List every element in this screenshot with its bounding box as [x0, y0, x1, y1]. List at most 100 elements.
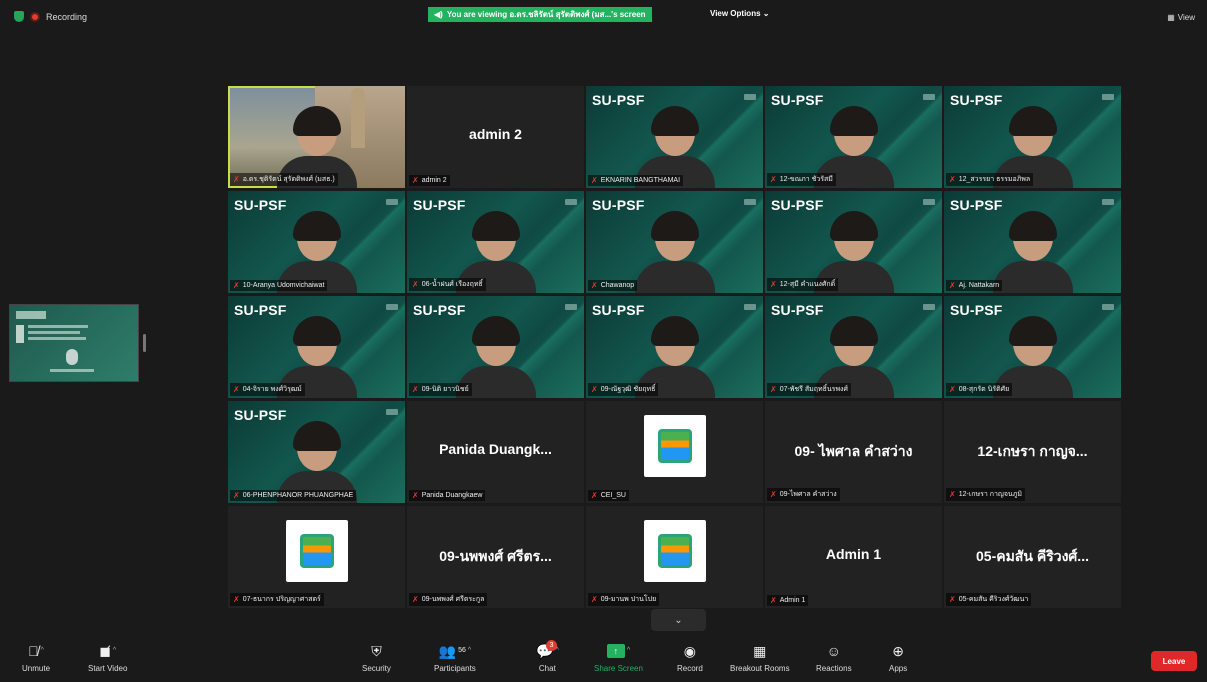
apps-button[interactable]: ⊕ Apps	[889, 642, 907, 673]
participant-tile[interactable]: 12-เกษรา กาญจ... ✗ 12-เกษรา กาญจนภูมิ	[944, 401, 1121, 503]
participant-tile[interactable]: Admin 1 ✗ Admin 1	[765, 506, 942, 608]
participant-tile[interactable]: SU-PSF ✗ 12-ขณภา ชัวรัสมี	[765, 86, 942, 188]
camera-icon	[923, 94, 935, 100]
participant-tile[interactable]: SU-PSF ✗ 10-Aranya Udomvichaiwat	[228, 191, 405, 293]
reactions-icon: ☺	[826, 643, 841, 659]
chat-button[interactable]: 💬 3 ^ Chat	[536, 640, 559, 673]
muted-mic-icon: ✗	[233, 281, 240, 290]
tile-header: SU-PSF	[592, 92, 645, 108]
participant-name: 12-ขณภา ชัวรัสมี	[779, 176, 833, 183]
camera-icon	[565, 199, 577, 205]
muted-mic-icon: ✗	[233, 175, 240, 184]
camera-icon	[386, 199, 398, 205]
participant-tile[interactable]: ✗ CEI_SU	[586, 401, 763, 503]
leave-button[interactable]: Leave	[1151, 651, 1197, 671]
participant-name-label: ✗ 06-PHENPHANOR PHUANGPHAE	[230, 490, 357, 501]
participant-name: 09-ณัฐวุฒิ ชัยฤทธิ์	[600, 386, 656, 393]
recording-indicator[interactable]: Recording	[14, 11, 87, 22]
tile-header: SU-PSF	[950, 197, 1003, 213]
participant-name: 07-ธนากร ปริญญาศาสตร์	[242, 596, 321, 603]
participant-name: 06-PHENPHANOR PHUANGPHAE	[242, 492, 354, 499]
participant-tile[interactable]: Panida Duangk... ✗ Panida Duangkaew	[407, 401, 584, 503]
participant-name-label: ✗ admin 2	[409, 175, 450, 186]
participants-label: Participants	[434, 664, 476, 673]
muted-mic-icon: ✗	[770, 490, 777, 499]
chevron-up-icon[interactable]: ^	[41, 642, 44, 660]
shield-icon	[14, 11, 24, 22]
participant-tile[interactable]: SU-PSF ✗ 06-น้ำฝนศ์ เรืองฤทธิ์	[407, 191, 584, 293]
record-button[interactable]: ◉ Record	[677, 642, 703, 673]
participant-name-label: ✗ 10-Aranya Udomvichaiwat	[230, 280, 328, 291]
viewing-screen-banner: ◀) You are viewing อ.ดร.ชลิรัตน์ สุรัตติ…	[428, 7, 652, 22]
participant-name-label: ✗ CEI_SU	[588, 490, 629, 501]
view-button[interactable]: ▦ View	[1167, 13, 1195, 22]
chevron-up-icon[interactable]: ^	[113, 642, 116, 660]
participant-tile[interactable]: SU-PSF ✗ 07-พัชรี สัมฤทธิ์นรพงศ์	[765, 296, 942, 398]
camera-icon	[386, 409, 398, 415]
muted-mic-icon: ✗	[233, 595, 240, 604]
record-label: Record	[677, 664, 703, 673]
participants-icon: 👥	[438, 643, 457, 659]
muted-mic-icon: ✗	[233, 491, 240, 500]
participants-button[interactable]: 👥 56 ^ Participants	[434, 642, 476, 673]
security-button[interactable]: ⛨ Security	[362, 642, 391, 673]
camera-icon	[744, 304, 756, 310]
participant-tile[interactable]: 09-นพพงศ์ ศรีตร... ✗ 09-นพพงศ์ ศรีตระกูล	[407, 506, 584, 608]
participant-tile[interactable]: 09- ไพศาล คำสว่าง ✗ 09-ไพศาล คำสว่าง	[765, 401, 942, 503]
participant-tile[interactable]: admin 2 ✗ admin 2	[407, 86, 584, 188]
zoom-meeting-window: { "topbar": { "recording_label": "Record…	[0, 0, 1207, 682]
participant-name-label: ✗ 09-นพพงศ์ ศรีตระกูล	[409, 593, 488, 606]
shared-screen-thumbnail[interactable]	[9, 304, 139, 382]
security-label: Security	[362, 664, 391, 673]
tile-header: SU-PSF	[950, 302, 1003, 318]
top-bar: Recording ◀) You are viewing อ.ดร.ชลิรัต…	[0, 0, 1207, 36]
view-options-button[interactable]: View Options ⌄	[710, 9, 769, 18]
chevron-up-icon[interactable]: ^	[627, 642, 630, 660]
tile-header: SU-PSF	[592, 197, 645, 213]
share-screen-button[interactable]: ↑ ^ Share Screen	[594, 642, 643, 673]
participant-tile[interactable]: SU-PSF ✗ 04-จิราย พงศ์วิรุฒม์	[228, 296, 405, 398]
thumbnail-resize-handle[interactable]	[143, 334, 146, 352]
chevron-up-icon[interactable]: ^	[468, 642, 471, 660]
participant-tile[interactable]: 05-คมสัน คีริวงศ์... ✗ 05-คมสัน คีริวงศ์วั…	[944, 506, 1121, 608]
participant-tile[interactable]: SU-PSF ✗ 09-นิติ ยาวนิชย์	[407, 296, 584, 398]
participant-tile[interactable]: ✗ อ.ดร.ชุติรัตน์ สุรัตติพงศ์ (มสธ.)	[228, 86, 405, 188]
participant-name-label: ✗ 12-เกษรา กาญจนภูมิ	[946, 488, 1025, 501]
participant-tile[interactable]: SU-PSF ✗ 12-สุมี คำแนงศักดิ์	[765, 191, 942, 293]
muted-mic-icon: ✗	[949, 490, 956, 499]
muted-mic-icon: ✗	[949, 175, 956, 184]
participant-tile[interactable]: SU-PSF ✗ EKNARIN BANGTHAMAI	[586, 86, 763, 188]
reactions-button[interactable]: ☺ Reactions	[816, 642, 852, 673]
breakout-rooms-button[interactable]: ▦ Breakout Rooms	[730, 642, 790, 673]
muted-mic-icon: ✗	[770, 280, 777, 289]
apps-label: Apps	[889, 664, 908, 673]
participant-tile[interactable]: SU-PSF ✗ 09-ณัฐวุฒิ ชัยฤทธิ์	[586, 296, 763, 398]
participant-name-display: 09-นพพงศ์ ศรีตร...	[439, 548, 552, 564]
participants-count: 56	[458, 647, 466, 654]
participant-name-display: 12-เกษรา กาญจ...	[977, 443, 1088, 459]
tile-header: SU-PSF	[234, 197, 287, 213]
participant-tile[interactable]: ✗ 07-ธนากร ปริญญาศาสตร์	[228, 506, 405, 608]
participant-tile[interactable]: SU-PSF ✗ 08-สุกรัต นิรัติศัย	[944, 296, 1121, 398]
participant-tile[interactable]: ✗ 09-มานพ ปานโปย	[586, 506, 763, 608]
unmute-button[interactable]: 🎙̸ ^ Unmute	[22, 642, 50, 673]
gallery-collapse-button[interactable]: ⌄	[651, 609, 706, 631]
participant-tile[interactable]: SU-PSF ✗ Aj. Nattakarn	[944, 191, 1121, 293]
muted-mic-icon: ✗	[591, 385, 598, 394]
video-off-icon: ◼̸	[99, 643, 111, 659]
tile-header: SU-PSF	[771, 92, 824, 108]
participant-name-label: ✗ 05-คมสัน คีริวงศ์วัฒนา	[946, 593, 1032, 606]
start-video-button[interactable]: ◼̸ ^ Start Video	[88, 642, 127, 673]
tile-header: SU-PSF	[234, 302, 287, 318]
participant-name: EKNARIN BANGTHAMAI	[600, 177, 681, 184]
muted-mic-icon: ✗	[412, 595, 419, 604]
muted-mic-icon: ✗	[591, 595, 598, 604]
muted-mic-icon: ✗	[412, 491, 419, 500]
participant-tile[interactable]: SU-PSF ✗ 06-PHENPHANOR PHUANGPHAE	[228, 401, 405, 503]
participant-name: 09-นิติ ยาวนิชย์	[421, 386, 469, 393]
participant-name: 07-พัชรี สัมฤทธิ์นรพงศ์	[779, 386, 848, 393]
participant-tile[interactable]: SU-PSF ✗ Chawanop	[586, 191, 763, 293]
participant-name: Panida Duangkaew	[421, 492, 483, 499]
participant-tile[interactable]: SU-PSF ✗ 12_สวรรยา ธรรมอภิพล	[944, 86, 1121, 188]
participant-name-label: ✗ 04-จิราย พงศ์วิรุฒม์	[230, 383, 305, 396]
